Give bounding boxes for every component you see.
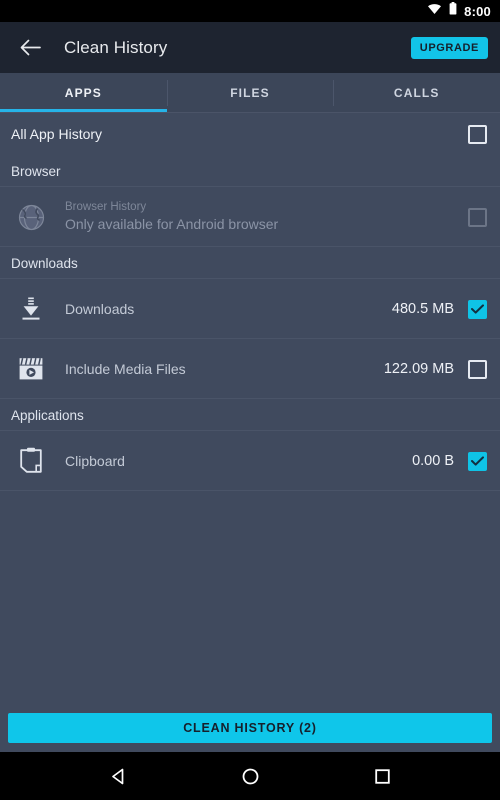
navigation-bar	[0, 752, 500, 800]
clean-history-button-container: CLEAN HISTORY (2)	[0, 707, 500, 752]
row-browser-history-subtitle: Only available for Android browser	[65, 216, 279, 233]
row-downloads-title: Downloads	[65, 300, 135, 317]
media-clapperboard-icon	[11, 357, 51, 381]
row-browser-history-title: Browser History	[65, 200, 147, 213]
battery-icon	[449, 2, 457, 20]
row-include-media-files[interactable]: Include Media Files 122.09 MB	[0, 339, 500, 399]
history-list: All App History Browser Browser History …	[0, 113, 500, 707]
upgrade-button[interactable]: UPGRADE	[410, 36, 488, 59]
clipboard-icon	[11, 447, 51, 475]
nav-back-triangle-icon[interactable]	[101, 759, 135, 793]
section-header-browser: Browser	[0, 155, 500, 187]
all-app-history-label: All App History	[11, 126, 103, 142]
nav-home-circle-icon[interactable]	[233, 759, 267, 793]
row-browser-history-text: Browser History Only available for Andro…	[65, 200, 454, 234]
row-downloads-checkbox[interactable]	[468, 299, 487, 319]
back-arrow-icon[interactable]	[16, 34, 44, 62]
row-browser-history[interactable]: Browser History Only available for Andro…	[0, 187, 500, 247]
clean-history-button[interactable]: CLEAN HISTORY (2)	[8, 713, 492, 743]
row-clipboard-title: Clipboard	[65, 452, 125, 469]
row-include-media-files-size: 122.09 MB	[383, 361, 454, 377]
row-clipboard-text: Clipboard	[65, 452, 412, 471]
row-downloads-size: 480.5 MB	[391, 301, 454, 317]
tab-apps-label: APPS	[64, 86, 102, 100]
download-icon	[11, 296, 51, 322]
status-bar: 8:00	[0, 0, 500, 22]
row-all-app-history[interactable]: All App History	[0, 113, 500, 155]
row-include-media-files-text: Include Media Files	[65, 360, 384, 379]
tab-apps[interactable]: APPS	[0, 73, 167, 113]
row-include-media-files-title: Include Media Files	[65, 360, 186, 377]
nav-recents-square-icon[interactable]	[365, 759, 399, 793]
tab-bar: APPS FILES CALLS	[0, 73, 500, 113]
row-downloads-text: Downloads	[65, 300, 392, 319]
row-clipboard-size: 0.00 B	[412, 453, 454, 469]
tab-files-label: FILES	[230, 86, 270, 100]
row-downloads[interactable]: Downloads 480.5 MB	[0, 279, 500, 339]
android-screen: 8:00 Clean History UPGRADE APPS FILES CA…	[0, 0, 500, 800]
tab-active-indicator	[0, 109, 167, 113]
status-bar-clock: 8:00	[464, 3, 491, 19]
row-clipboard[interactable]: Clipboard 0.00 B	[0, 431, 500, 491]
row-browser-history-checkbox[interactable]	[468, 207, 487, 227]
tab-calls-label: CALLS	[393, 86, 440, 100]
globe-icon	[11, 204, 51, 231]
section-header-applications: Applications	[0, 399, 500, 431]
row-clipboard-checkbox[interactable]	[468, 451, 487, 471]
page-title: Clean History	[64, 37, 168, 57]
tab-calls[interactable]: CALLS	[333, 73, 500, 113]
wifi-icon	[427, 2, 442, 20]
row-include-media-files-checkbox[interactable]	[468, 359, 487, 379]
section-header-downloads: Downloads	[0, 247, 500, 279]
app-bar: Clean History UPGRADE	[0, 22, 500, 73]
tab-files[interactable]: FILES	[166, 73, 334, 113]
all-app-history-checkbox[interactable]	[468, 124, 487, 144]
status-bar-icons: 8:00	[427, 2, 491, 20]
